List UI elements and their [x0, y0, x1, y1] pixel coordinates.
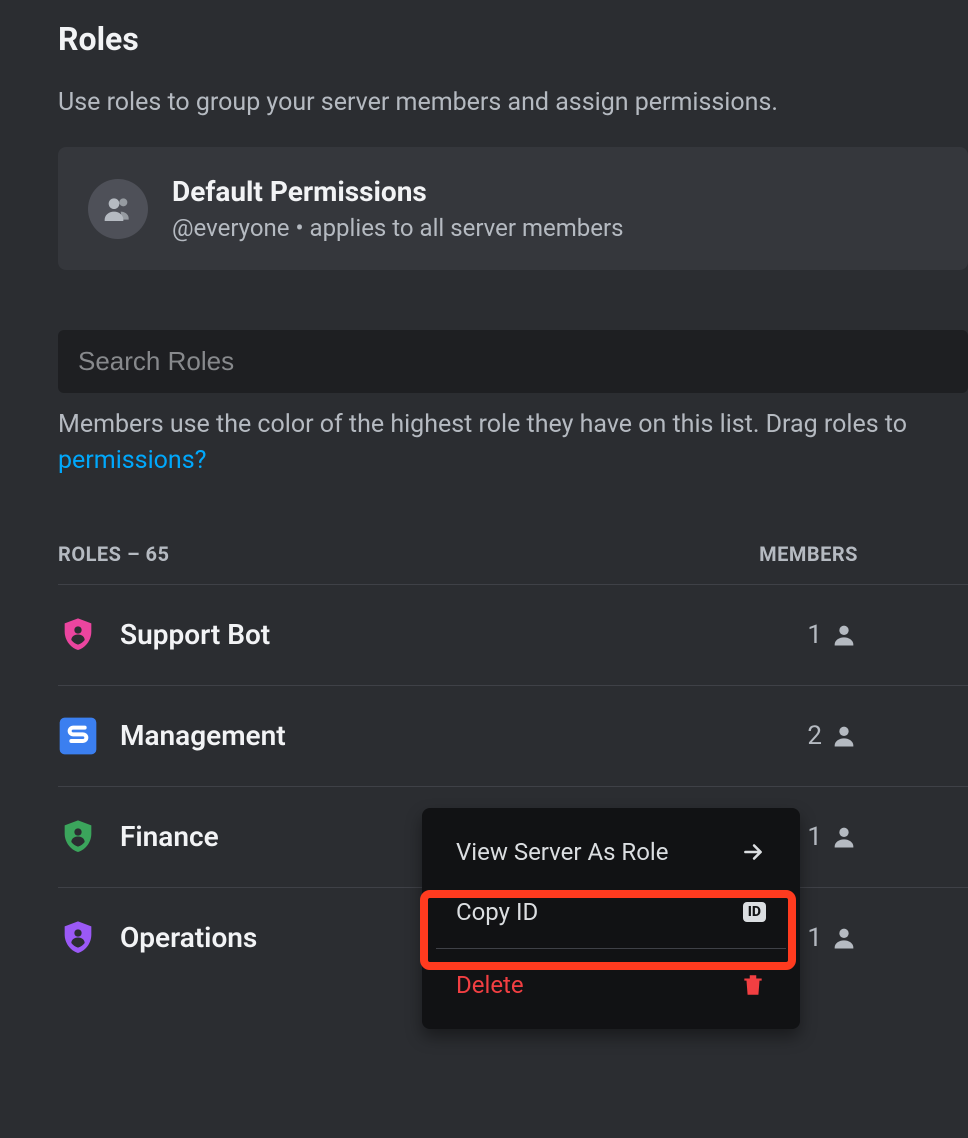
arrow-right-icon — [740, 839, 766, 865]
menu-delete[interactable]: Delete — [436, 955, 786, 1015]
square-s-icon — [58, 716, 98, 756]
count-value: 1 — [807, 620, 822, 650]
count-value: 1 — [807, 822, 822, 852]
help-text-part1: Members use the color of the highest rol… — [58, 410, 907, 439]
role-name: Support Bot — [120, 618, 807, 651]
count-value: 1 — [807, 923, 822, 953]
members-column-header: Members — [759, 542, 858, 566]
default-permissions-card[interactable]: Default Permissions @everyone • applies … — [58, 147, 968, 270]
shield-person-icon — [58, 918, 98, 958]
role-context-menu: View Server As Role Copy ID ID Delete — [422, 808, 800, 1029]
count-value: 2 — [807, 721, 822, 751]
role-member-count: 1 — [807, 923, 968, 953]
role-name: Management — [120, 719, 807, 752]
page-title: Roles — [58, 20, 968, 58]
menu-item-label: View Server As Role — [456, 838, 668, 866]
person-icon — [830, 924, 858, 952]
shield-person-icon — [58, 817, 98, 857]
role-row-support-bot[interactable]: Support Bot 1 — [58, 585, 968, 686]
default-permissions-subtitle: @everyone • applies to all server member… — [172, 214, 624, 242]
trash-icon — [740, 972, 766, 998]
search-roles-input[interactable] — [78, 346, 948, 377]
permissions-help-link[interactable]: permissions? — [58, 446, 206, 475]
role-member-count: 1 — [807, 822, 968, 852]
search-roles-container — [58, 330, 968, 393]
person-icon — [830, 823, 858, 851]
roles-list-header: Roles – 65 Members — [58, 542, 968, 585]
roles-help-text: Members use the color of the highest rol… — [58, 407, 968, 480]
role-member-count: 1 — [807, 620, 968, 650]
role-member-count: 2 — [807, 721, 968, 751]
default-permissions-title: Default Permissions — [172, 175, 624, 208]
menu-separator — [436, 948, 786, 949]
person-icon — [830, 621, 858, 649]
menu-item-label: Delete — [456, 971, 524, 999]
members-icon — [88, 179, 148, 239]
menu-copy-id[interactable]: Copy ID ID — [436, 882, 786, 942]
roles-count-header: Roles – 65 — [58, 542, 169, 566]
person-icon — [830, 722, 858, 750]
page-subtitle: Use roles to group your server members a… — [58, 88, 968, 117]
id-badge-icon: ID — [743, 902, 766, 922]
shield-person-icon — [58, 615, 98, 655]
role-row-management[interactable]: Management 2 — [58, 686, 968, 787]
menu-view-as-role[interactable]: View Server As Role — [436, 822, 786, 882]
menu-item-label: Copy ID — [456, 898, 538, 926]
